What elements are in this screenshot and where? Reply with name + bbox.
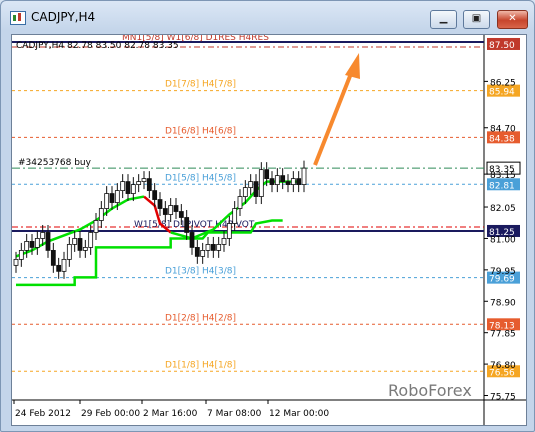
order-label: #34253768 buy [18,158,92,168]
candle-body [226,223,232,239]
candle-body [45,232,51,251]
candle-body [216,244,222,251]
close-icon: ✕ [508,13,517,24]
y-tick-label: 86.25 [490,78,516,88]
x-tick-label: 7 Mar 08:00 [207,409,262,419]
candle-body [285,181,291,185]
candle-body [50,250,56,266]
y-tick-label: 84.70 [490,125,516,135]
candle-body [232,208,238,224]
candle-body [114,190,120,203]
chart-icon [10,11,26,25]
price-chart[interactable]: MN1[5/8] W1[6/8] D1RES H4RES87.50D1[7/8]… [12,33,526,425]
level-label: D1[1/8] H4[1/8] [165,360,236,370]
candle-body [157,199,163,209]
price-tag-label: 85.94 [489,88,515,98]
candle-body [264,169,270,180]
candle-body [24,241,30,251]
candle-body [258,169,264,197]
candle-body [189,232,195,248]
candle-body [274,175,280,185]
title-bar[interactable]: CADJPY,H4 ▁ ▣ ✕ [1,1,534,35]
level-label: D1[3/8] H4[3/8] [165,267,236,277]
candle-body [61,258,67,272]
price-tag-label: 84.38 [489,134,515,144]
plot-background [12,35,484,400]
x-tick-label: 2 Mar 16:00 [143,409,198,419]
candle-body [104,193,110,209]
minimize-button[interactable]: ▁ [430,10,457,29]
candle-body [34,238,40,248]
candle-body [120,181,126,191]
candle-body [109,193,115,203]
chart-header: CADJPY,H4 82.78 83.50 82.78 83.35 [16,41,179,51]
candle-body [200,250,206,257]
y-tick-label: 82.05 [490,204,516,214]
candle-body [173,205,179,212]
x-tick-label: 12 Mar 00:00 [269,409,329,419]
candle-body [72,238,78,245]
candle-body [13,258,19,266]
candle-body [18,250,24,260]
candle-body [56,264,62,272]
candle-body [290,178,296,185]
price-tag-label: 87.50 [489,41,515,51]
candle-body [29,241,35,248]
candle-body [152,190,158,200]
candle-body [168,205,174,215]
y-tick-label: 75.75 [490,393,516,403]
candle-body [93,220,99,233]
watermark: RoboForex [388,381,472,400]
candle-body [269,178,275,185]
candle-body [136,181,142,185]
candle-body [280,175,286,182]
candle-body [253,181,259,197]
price-tag-label: 82.81 [489,181,515,191]
candle-body [210,244,216,251]
minimize-icon: ▁ [439,13,448,24]
y-tick-label: 79.95 [490,267,516,277]
candle-body [248,181,254,188]
window-title: CADJPY,H4 [31,10,96,24]
level-label: D1[7/8] H4[7/8] [165,80,236,90]
candle-body [98,208,104,221]
x-tick-label: 29 Feb 00:00 [81,409,140,419]
candle-body [242,187,248,197]
candle-body [82,247,88,251]
close-button[interactable]: ✕ [497,10,528,29]
chart-window: CADJPY,H4 ▁ ▣ ✕ MN1[5/8] W1[6/8] D1RES H… [0,0,535,432]
candle-body [221,238,227,245]
candle-body [40,232,46,239]
candle-body [237,196,243,209]
level-label: D1[2/8] H4[2/8] [165,313,236,323]
level-label: D1[5/8] H4[5/8] [165,173,236,183]
candle-body [88,232,94,248]
y-tick-label: 76.80 [490,361,516,371]
y-tick-label: 83.15 [490,171,516,181]
candle-body [194,247,200,257]
candle-body [141,178,147,182]
candle-body [66,244,72,260]
candle-body [296,178,302,185]
candle-body [301,167,307,185]
candle-body [184,217,190,233]
candle-body [205,244,211,251]
x-tick-label: 24 Feb 2012 [15,409,71,419]
candle-body [130,184,136,194]
y-tick-label: 78.90 [490,298,516,308]
maximize-button[interactable]: ▣ [463,10,490,29]
y-tick-label: 81.00 [490,235,516,245]
candle-body [162,208,168,215]
chart-area[interactable]: MN1[5/8] W1[6/8] D1RES H4RES 87.50 D1[7/8]… [11,33,527,426]
y-tick-label: 77.85 [490,330,516,340]
candle-body [146,178,152,191]
candle-body [125,181,131,194]
level-label: D1[6/8] H4[6/8] [165,126,236,136]
candle-body [178,211,184,218]
maximize-icon: ▣ [471,13,482,24]
candle-body [77,238,83,251]
